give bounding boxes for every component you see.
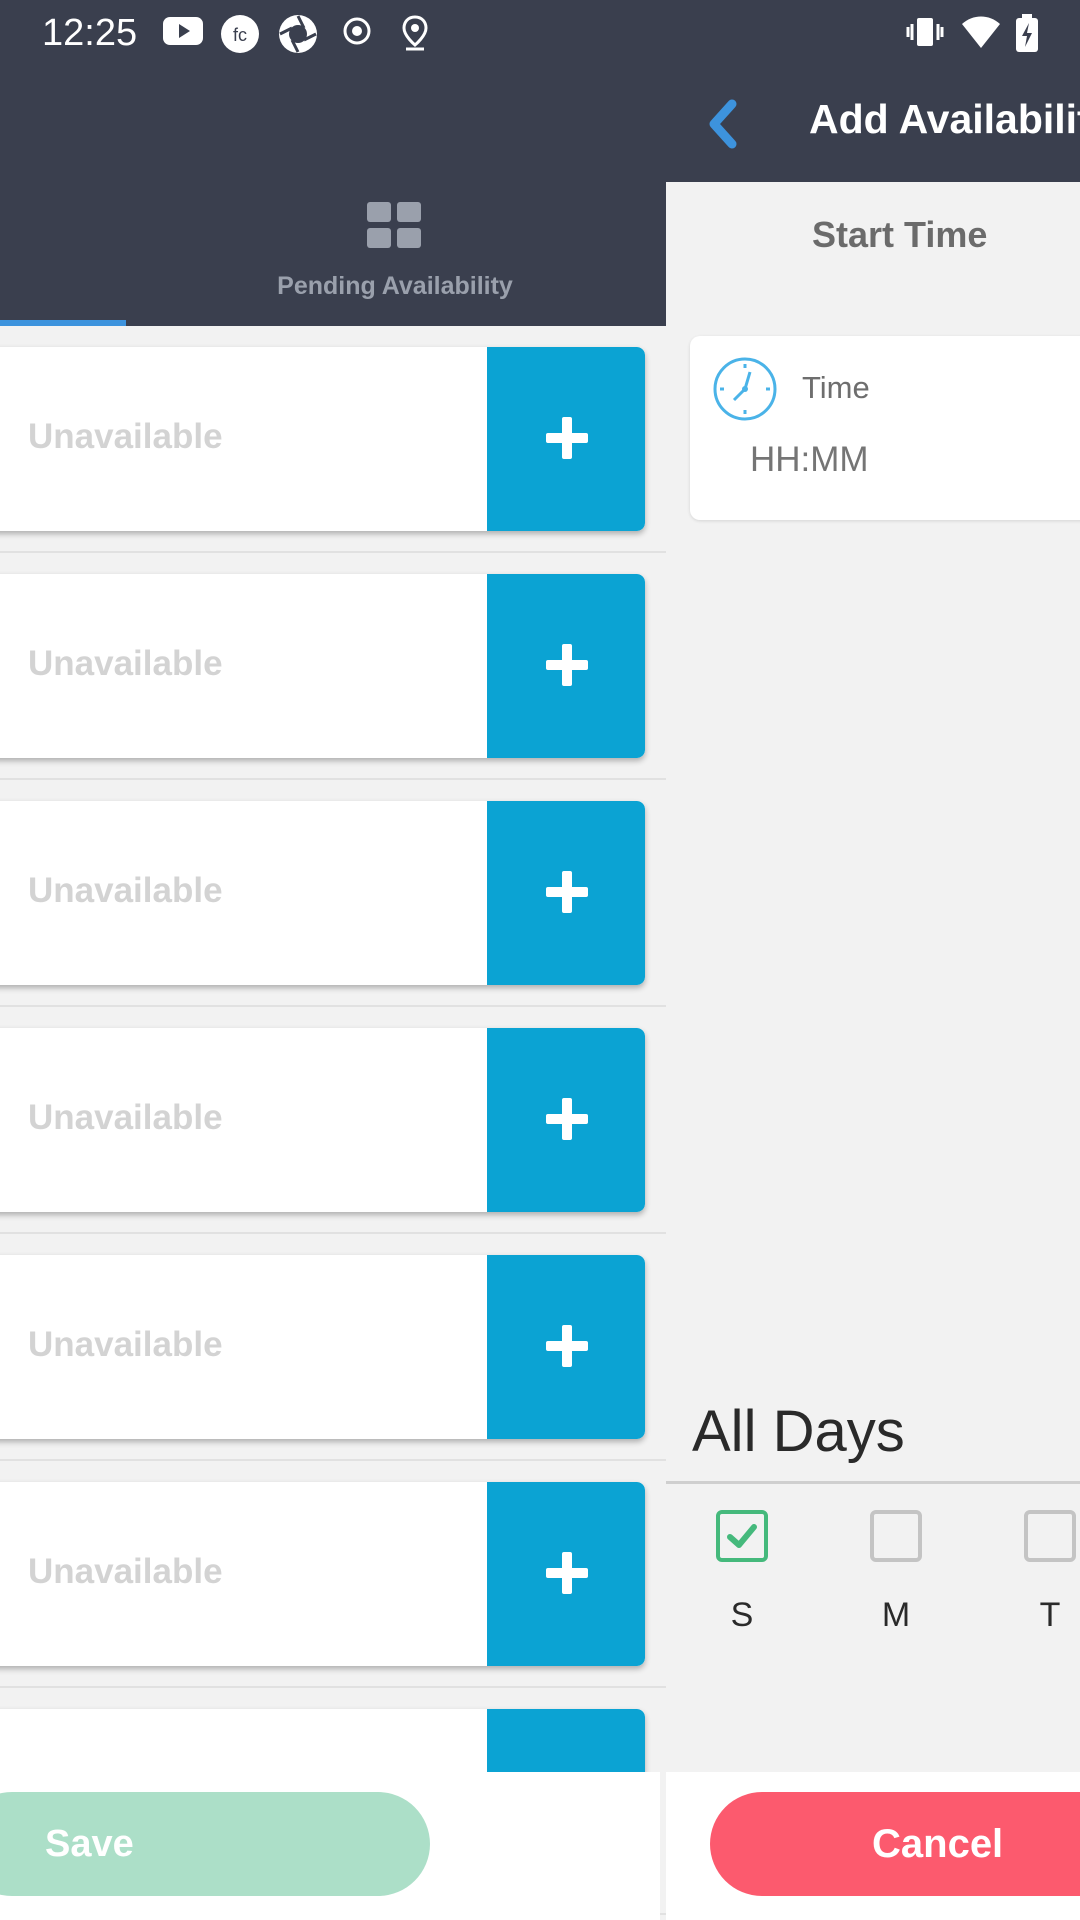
- section-title: Start Time: [666, 182, 1080, 282]
- camera-shutter-icon: [278, 14, 318, 59]
- tab-pending-availability[interactable]: Pending Availability: [0, 182, 666, 326]
- fc-app-icon: fc: [220, 14, 260, 59]
- slot-status: Unavailable: [28, 1552, 223, 1591]
- slot-card[interactable]: Unavailable: [0, 574, 645, 758]
- day-checkbox[interactable]: [1024, 1510, 1076, 1562]
- svg-text:fc: fc: [233, 25, 247, 45]
- left-header: Pending Availability: [0, 64, 666, 326]
- day-letter: M: [881, 1596, 911, 1634]
- slot-status: Unavailable: [28, 417, 223, 456]
- grid-icon: [367, 202, 423, 255]
- status-bar: 12:25 fc: [0, 0, 1080, 64]
- time-picker-card[interactable]: Time: [690, 336, 1080, 520]
- list-item: Unavailable: [0, 1234, 666, 1461]
- slot-status: Unavailable: [28, 1098, 223, 1137]
- add-slot-button[interactable]: [487, 1028, 645, 1212]
- slot-status: Unavailable: [28, 1325, 223, 1364]
- start-time-heading: Start Time: [812, 214, 988, 255]
- slot-card[interactable]: Unavailable: [0, 347, 645, 531]
- day-letter: T: [1039, 1596, 1061, 1634]
- slot-status: Unavailable: [28, 871, 223, 910]
- divider: [666, 1481, 1080, 1484]
- clock-icon: [712, 356, 778, 427]
- right-header: Add Availabilit: [666, 64, 1080, 182]
- list-item: Unavailable: [0, 326, 666, 553]
- save-bar: Save: [0, 1772, 660, 1920]
- youtube-icon: [162, 14, 204, 53]
- day-letter: S: [730, 1596, 754, 1634]
- add-slot-button[interactable]: [487, 801, 645, 985]
- battery-charging-icon: [1014, 14, 1040, 59]
- checkmark-icon: [727, 1524, 757, 1548]
- list-item: Unavailable: [0, 1461, 666, 1688]
- add-slot-button[interactable]: [487, 1482, 645, 1666]
- slot-status: Unavailable: [28, 644, 223, 683]
- cancel-button[interactable]: Cancel: [710, 1792, 1080, 1896]
- add-slot-button[interactable]: [487, 574, 645, 758]
- list-item: Unavailable: [0, 553, 666, 780]
- slot-card[interactable]: Unavailable: [0, 1255, 645, 1439]
- status-time: 12:25: [42, 12, 138, 54]
- wifi-icon: [960, 14, 1002, 55]
- list-item: Unavailable: [0, 780, 666, 1007]
- cancel-bar: Cancel: [666, 1772, 1080, 1920]
- page-title: Add Availabilit: [809, 96, 1080, 142]
- add-slot-button[interactable]: [487, 347, 645, 531]
- time-label: Time: [802, 370, 870, 405]
- availability-list-pane: Pending Availability Unavailable Unavail…: [0, 64, 666, 1920]
- day-checkbox[interactable]: [870, 1510, 922, 1562]
- add-availability-pane: Add Availabilit Start Time Time All Days…: [666, 64, 1080, 1920]
- time-input[interactable]: [750, 440, 1050, 480]
- add-slot-button[interactable]: [487, 1255, 645, 1439]
- save-button[interactable]: Save: [0, 1792, 430, 1896]
- slot-card[interactable]: Unavailable: [0, 801, 645, 985]
- list-item: Unavailable: [0, 1007, 666, 1234]
- tab-pending-label: Pending Availability: [277, 272, 513, 300]
- record-icon: [340, 14, 374, 53]
- vibrate-icon: [904, 14, 946, 55]
- all-days-label: All Days: [692, 1399, 905, 1464]
- location-pin-icon: [398, 14, 432, 57]
- back-arrow-icon[interactable]: [696, 94, 756, 154]
- slot-card[interactable]: Unavailable: [0, 1028, 645, 1212]
- slot-card[interactable]: Unavailable: [0, 1482, 645, 1666]
- day-checkbox[interactable]: [716, 1510, 768, 1562]
